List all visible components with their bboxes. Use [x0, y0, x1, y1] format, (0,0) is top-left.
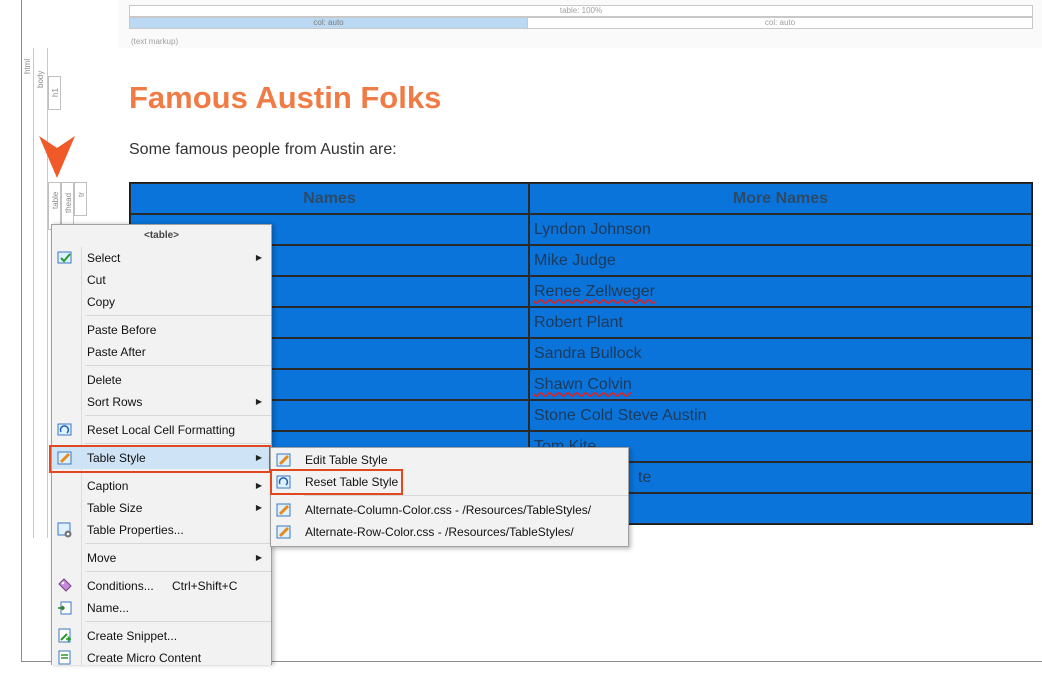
- submenu-arrow-icon: ▶: [255, 481, 262, 490]
- menu-separator: [85, 365, 271, 366]
- submenu-arrow-icon: ▶: [255, 397, 262, 406]
- menu-item-label: Caption: [87, 479, 129, 493]
- table-cell[interactable]: Sandra Bullock: [529, 338, 1032, 369]
- menu-item-copy[interactable]: Copy: [52, 291, 271, 313]
- menu-item-table-properties[interactable]: Table Properties...: [52, 519, 271, 541]
- reset-formatting-icon: [57, 422, 73, 438]
- submenu-arrow-icon: ▶: [255, 503, 262, 512]
- menu-item-label: Sort Rows: [87, 395, 143, 409]
- table-cell[interactable]: Mike Judge: [529, 245, 1032, 276]
- structure-label-thead: thead: [64, 192, 73, 213]
- menu-item-label: Paste After: [87, 345, 146, 359]
- submenu-arrow-icon: ▶: [255, 553, 262, 562]
- text-markup-label: (text markup): [131, 37, 179, 46]
- menu-separator: [85, 621, 271, 622]
- menu-item-create-micro-content[interactable]: Create Micro Content: [52, 647, 271, 669]
- menu-separator: [85, 415, 271, 416]
- menu-item-paste-before[interactable]: Paste Before: [52, 319, 271, 341]
- table-cell[interactable]: Stone Cold Steve Austin: [529, 400, 1032, 431]
- table-cell[interactable]: Robert Plant: [529, 307, 1032, 338]
- menu-item-conditions[interactable]: Conditions... Ctrl+Shift+C: [52, 575, 271, 597]
- menu-item-move[interactable]: Move ▶: [52, 547, 271, 569]
- table-style-submenu: Edit Table Style Reset Table Style Alter…: [270, 447, 629, 547]
- menu-item-label: Alternate-Column-Color.css - /Resources/…: [305, 503, 592, 517]
- intro-paragraph[interactable]: Some famous people from Austin are:: [129, 141, 397, 159]
- menu-item-table-size[interactable]: Table Size ▶: [52, 497, 271, 519]
- menu-item-create-snippet[interactable]: Create Snippet...: [52, 625, 271, 647]
- structure-bar-body[interactable]: body: [33, 48, 48, 538]
- menu-item-label: Cut: [87, 273, 106, 287]
- table-cell[interactable]: Lyndon Johnson: [529, 214, 1032, 245]
- menu-item-cut[interactable]: Cut: [52, 269, 271, 291]
- table-markup-bar[interactable]: table: 100%: [129, 5, 1033, 17]
- menu-item-caption[interactable]: Caption ▶: [52, 475, 271, 497]
- menu-item-reset-local-cell-formatting[interactable]: Reset Local Cell Formatting: [52, 419, 271, 441]
- reset-table-style-highlight: [270, 469, 403, 495]
- menu-separator: [85, 315, 271, 316]
- structure-label-h1: h1: [51, 88, 60, 97]
- menu-item-label: Name...: [87, 601, 130, 615]
- structure-label-tr: tr: [77, 192, 86, 197]
- menu-item-shortcut: Ctrl+Shift+C: [172, 579, 238, 593]
- page-title[interactable]: Famous Austin Folks: [129, 80, 441, 116]
- pointer-arrow-icon: [39, 136, 75, 178]
- menu-separator: [85, 571, 271, 572]
- table-cell[interactable]: Renee Zellweger: [529, 276, 1032, 307]
- table-header-row: Names More Names: [130, 183, 1032, 214]
- stylesheet-icon: [276, 502, 292, 518]
- table-style-highlight: [49, 445, 271, 473]
- context-menu-header: <table>: [143, 230, 180, 241]
- menu-item-name[interactable]: Name...: [52, 597, 271, 619]
- menu-item-label: Alternate-Row-Color.css - /Resources/Tab…: [305, 525, 574, 539]
- structure-label-body: body: [36, 70, 45, 88]
- menu-item-label: Conditions...: [87, 579, 154, 593]
- structure-bar-h1[interactable]: h1: [48, 76, 61, 110]
- create-snippet-icon: [57, 628, 73, 644]
- menu-item-label: Reset Local Cell Formatting: [87, 423, 236, 437]
- menu-item-label: Paste Before: [87, 323, 157, 337]
- structure-label-table: table: [51, 191, 60, 209]
- submenu-item-alternate-column-color[interactable]: Alternate-Column-Color.css - /Resources/…: [271, 499, 628, 521]
- col2-markup-bar[interactable]: col: auto: [527, 17, 1033, 29]
- misspelled-word: Shawn Colvin: [534, 375, 632, 393]
- col1-markup-bar[interactable]: col: auto: [129, 17, 528, 29]
- structure-bar-thead[interactable]: thead: [61, 182, 74, 230]
- select-table-icon: [57, 250, 73, 266]
- table-cell[interactable]: Shawn Colvin: [529, 369, 1032, 400]
- menu-item-paste-after[interactable]: Paste After: [52, 341, 271, 363]
- submenu-arrow-icon: ▶: [255, 253, 262, 262]
- misspelled-word: Renee Zellweger: [534, 282, 655, 300]
- menu-separator: [85, 543, 271, 544]
- menu-item-label: Create Micro Content: [87, 651, 202, 665]
- table-header-cell[interactable]: More Names: [529, 183, 1032, 214]
- submenu-item-edit-table-style[interactable]: Edit Table Style: [271, 449, 628, 471]
- name-icon: [57, 600, 73, 616]
- menu-separator: [85, 443, 271, 444]
- stylesheet-icon: [276, 524, 292, 540]
- menu-item-label: Move: [87, 551, 117, 565]
- menu-item-label: Table Size: [87, 501, 143, 515]
- submenu-item-alternate-row-color[interactable]: Alternate-Row-Color.css - /Resources/Tab…: [271, 521, 628, 543]
- menu-item-label: Edit Table Style: [305, 453, 388, 467]
- menu-item-label: Create Snippet...: [87, 629, 178, 643]
- menu-separator: [304, 495, 628, 496]
- menu-item-label: Table Properties...: [87, 523, 184, 537]
- menu-item-delete[interactable]: Delete: [52, 369, 271, 391]
- edit-table-style-icon: [276, 452, 292, 468]
- table-header-cell[interactable]: Names: [130, 183, 529, 214]
- table-properties-icon: [57, 522, 73, 538]
- menu-item-label: Select: [87, 251, 121, 265]
- menu-item-label: Delete: [87, 373, 122, 387]
- conditions-tag-icon: [57, 578, 73, 594]
- structure-bar-tr[interactable]: tr: [74, 182, 87, 216]
- menu-item-select[interactable]: Select ▶: [52, 247, 271, 269]
- menu-item-label: Copy: [87, 295, 116, 309]
- structure-bar-table[interactable]: table: [48, 182, 61, 230]
- structure-label-html: html: [23, 58, 32, 74]
- menu-item-sort-rows[interactable]: Sort Rows ▶: [52, 391, 271, 413]
